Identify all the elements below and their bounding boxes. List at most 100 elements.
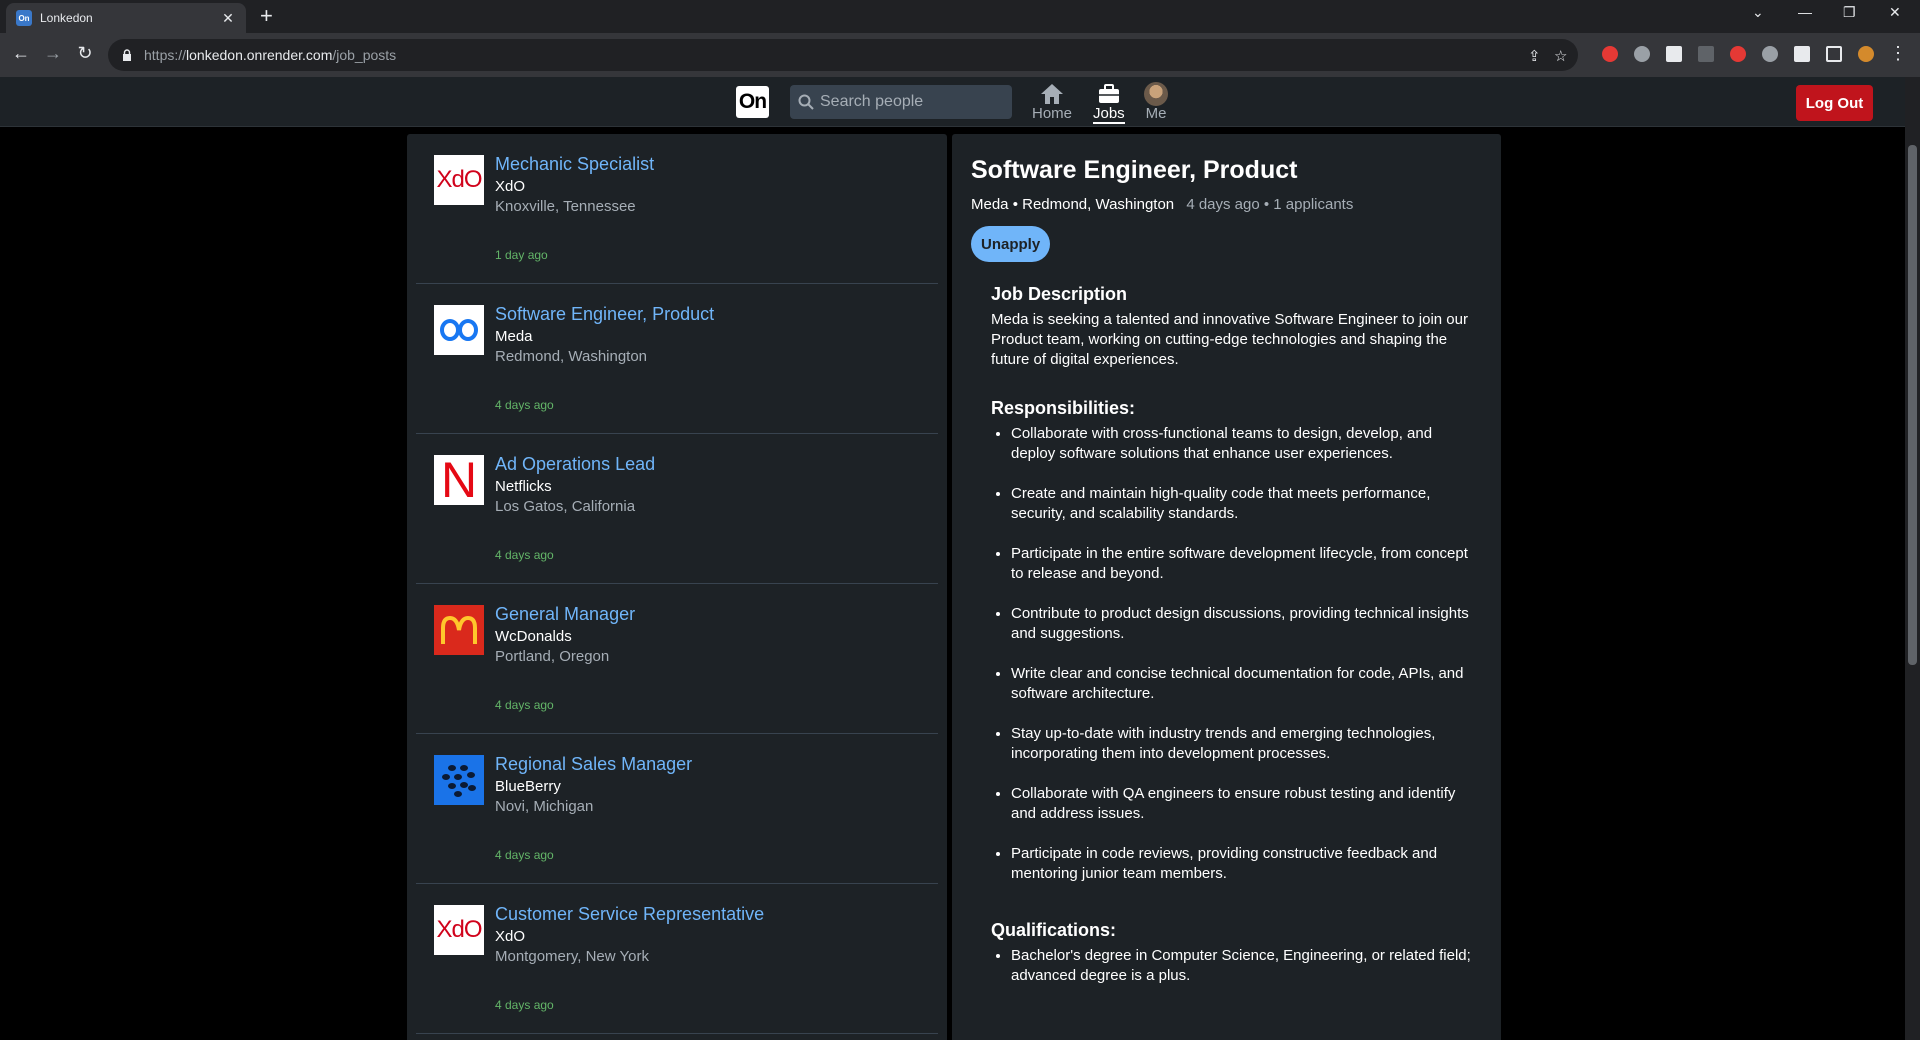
avatar [1144, 82, 1168, 106]
new-tab-icon[interactable]: + [260, 5, 273, 27]
job-list-item[interactable]: N Ad Operations Lead Netflicks Los Gatos… [416, 434, 938, 584]
tab-search-icon[interactable]: ⌄ [1752, 4, 1764, 21]
job-detail-title: Software Engineer, Product [971, 156, 1298, 184]
job-list-item[interactable]: Regional Sales Manager BlueBerry Novi, M… [416, 734, 938, 884]
list-item: Participate in code reviews, providing c… [1011, 844, 1471, 884]
extension-icon[interactable] [1698, 46, 1714, 62]
nav-me-label: Me [1145, 105, 1167, 122]
list-item: Collaborate with QA engineers to ensure … [1011, 784, 1471, 824]
section-heading: Job Description [991, 284, 1128, 304]
job-detail-company-location: Meda • Redmond, Washington [971, 196, 1175, 213]
nav-jobs-label: Jobs [1093, 105, 1125, 124]
bookmark-star-icon[interactable]: ☆ [1554, 47, 1567, 65]
restore-icon[interactable]: ❐ [1843, 4, 1856, 21]
extension-icon[interactable] [1602, 46, 1618, 62]
meda-infinity-logo-icon [434, 305, 484, 355]
app-header: On Home Jobs Me Log Out [0, 77, 1905, 127]
qualifications-list: Bachelor's degree in Computer Science, E… [991, 946, 1471, 986]
tab-title: Lonkedon [40, 11, 93, 25]
section-heading: Responsibilities: [991, 398, 1136, 418]
reload-icon[interactable]: ↻ [73, 43, 97, 64]
scrollbar-thumb[interactable] [1908, 145, 1917, 665]
list-item: Contribute to product design discussions… [1011, 604, 1471, 644]
tab-favicon-icon: On [16, 10, 32, 26]
job-title-link[interactable]: Regional Sales Manager [495, 754, 692, 775]
app-logo[interactable]: On [736, 86, 769, 118]
close-window-icon[interactable]: ✕ [1889, 4, 1901, 21]
extensions-puzzle-icon[interactable] [1794, 46, 1810, 62]
job-detail-meta: Meda • Redmond, Washington 4 days ago • … [971, 196, 1353, 213]
list-item: Bachelor's degree in Computer Science, E… [1011, 946, 1471, 986]
job-list-item[interactable]: General Manager WcDonalds Portland, Oreg… [416, 584, 938, 734]
back-icon[interactable]: ← [9, 43, 33, 64]
search-bar[interactable] [790, 85, 1012, 119]
job-posted-time: 4 days ago [495, 998, 554, 1012]
list-item: Create and maintain high-quality code th… [1011, 484, 1471, 524]
job-detail-panel: Software Engineer, Product Meda • Redmon… [952, 134, 1501, 1040]
page-viewport: On Home Jobs Me Log Out XdO Mechanic Spe… [0, 77, 1905, 1040]
nav-me[interactable]: Me [1144, 82, 1168, 122]
profile-avatar-icon[interactable] [1858, 46, 1874, 62]
job-title-link[interactable]: General Manager [495, 604, 635, 625]
job-company: WcDonalds [495, 628, 572, 645]
list-item: Stay up-to-date with industry trends and… [1011, 724, 1471, 764]
forward-icon[interactable]: → [41, 43, 65, 64]
xdo-logo-icon: XdO [434, 155, 484, 205]
job-company: Netflicks [495, 478, 552, 495]
nav-home[interactable]: Home [1032, 83, 1072, 122]
url-host: lonkedon.onrender.com [186, 47, 333, 63]
job-title-link[interactable]: Customer Service Representative [495, 904, 764, 925]
job-list-item[interactable]: XdO Customer Service Representative XdO … [416, 884, 938, 1034]
list-item: Participate in the entire software devel… [1011, 544, 1471, 584]
job-location: Portland, Oregon [495, 648, 610, 665]
job-list-item[interactable]: XdO Mechanic Specialist XdO Knoxville, T… [416, 134, 938, 284]
page-scrollbar[interactable] [1905, 77, 1920, 1040]
share-icon[interactable]: ⇪ [1528, 47, 1541, 65]
job-company: XdO [495, 178, 526, 195]
extension-icon[interactable] [1634, 46, 1650, 62]
tab-close-icon[interactable]: ✕ [220, 10, 236, 27]
browser-tab[interactable]: On Lonkedon ✕ [6, 3, 246, 33]
minimize-icon[interactable]: — [1798, 4, 1812, 20]
search-icon [798, 94, 814, 110]
job-title-link[interactable]: Ad Operations Lead [495, 454, 655, 475]
job-list-item[interactable]: Software Engineer, Product Meda Redmond,… [416, 284, 938, 434]
job-list: XdO Mechanic Specialist XdO Knoxville, T… [407, 134, 947, 1040]
xdo-logo-icon: XdO [434, 905, 484, 955]
side-panel-icon[interactable] [1826, 46, 1842, 62]
extension-icon[interactable] [1730, 46, 1746, 62]
job-location: Montgomery, New York [495, 948, 649, 965]
lock-icon [123, 49, 131, 61]
job-posted-time: 4 days ago [495, 548, 554, 562]
list-item: Collaborate with cross-functional teams … [1011, 424, 1471, 464]
job-posted-time: 4 days ago [495, 848, 554, 862]
job-location: Novi, Michigan [495, 798, 594, 815]
search-input[interactable] [820, 93, 1000, 111]
job-company: XdO [495, 928, 526, 945]
job-posted-time: 1 day ago [495, 248, 548, 262]
job-company: Meda [495, 328, 533, 345]
list-item: Write clear and concise technical docume… [1011, 664, 1471, 704]
home-icon [1041, 84, 1063, 104]
responsibilities-list: Collaborate with cross-functional teams … [991, 424, 1471, 884]
section-heading: Qualifications: [991, 920, 1117, 940]
shield-icon[interactable] [1762, 46, 1778, 62]
browser-menu-icon[interactable]: ⋮ [1886, 43, 1910, 64]
nav-jobs[interactable]: Jobs [1093, 83, 1125, 124]
job-title-link[interactable]: Software Engineer, Product [495, 304, 714, 325]
url-scheme: https:// [144, 47, 187, 63]
job-location: Knoxville, Tennessee [495, 198, 636, 215]
wcdonalds-arches-logo-icon [434, 605, 484, 655]
address-bar[interactable]: https://lonkedon.onrender.com/job_posts … [108, 39, 1578, 71]
blueberry-logo-icon [434, 755, 484, 805]
job-posted-time: 4 days ago [495, 398, 554, 412]
job-title-link[interactable]: Mechanic Specialist [495, 154, 654, 175]
netflicks-logo-icon: N [434, 455, 484, 505]
url-path: /job_posts [332, 47, 397, 63]
job-posted-time: 4 days ago [495, 698, 554, 712]
extension-icon[interactable] [1666, 46, 1682, 62]
job-location: Los Gatos, California [495, 498, 636, 515]
job-detail-posted-applicants: 4 days ago • 1 applicants [1186, 196, 1354, 213]
unapply-button[interactable]: Unapply [971, 226, 1051, 262]
logout-button[interactable]: Log Out [1796, 85, 1873, 121]
